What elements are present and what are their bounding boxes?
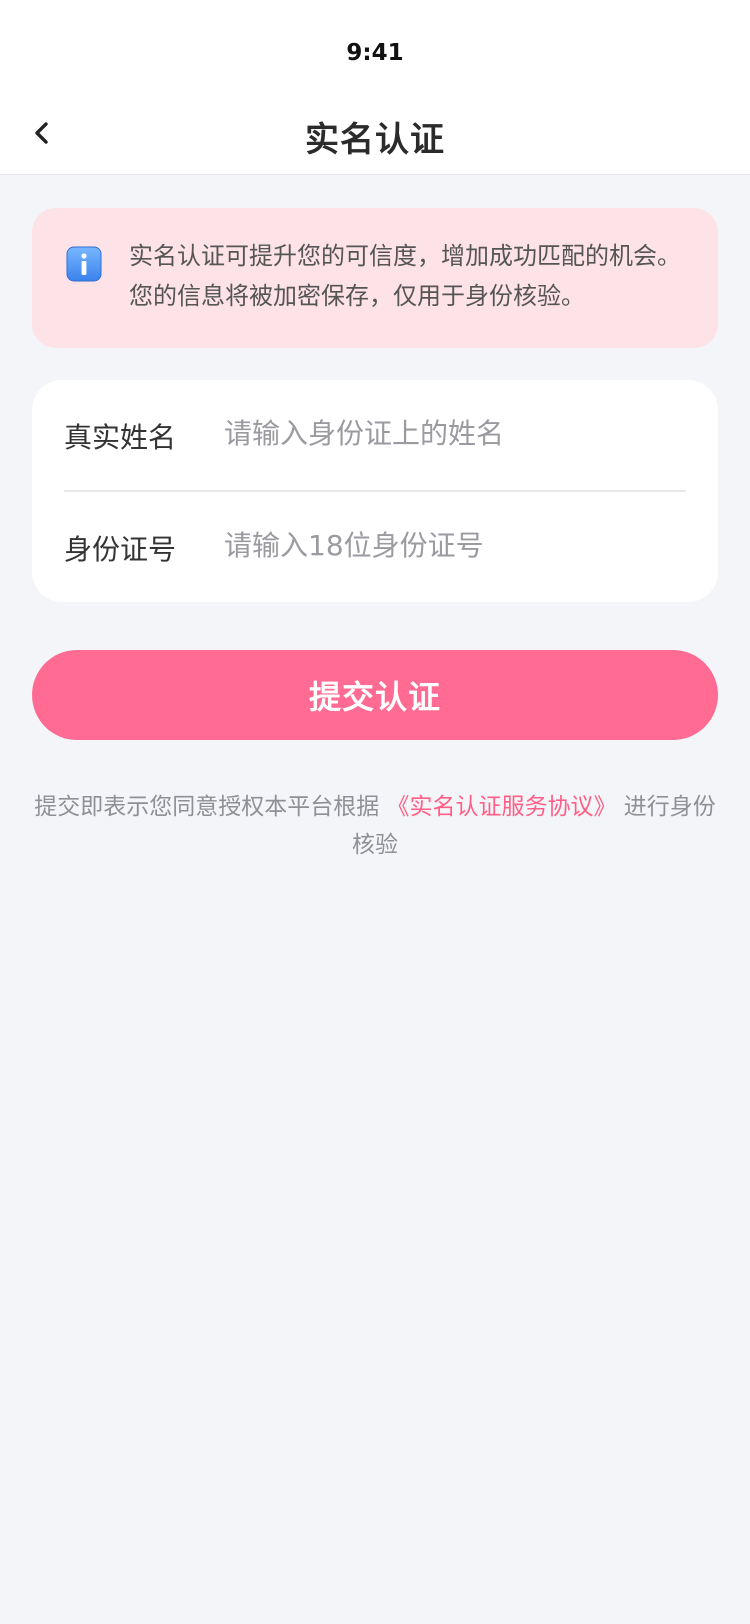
info-icon [66,246,102,282]
id-number-label: 身份证号 [64,533,177,566]
name-input[interactable] [224,410,674,456]
nav-bar: 实名认证 [0,96,750,175]
submit-verification-button[interactable]: 提交认证 [32,650,718,740]
service-agreement-link[interactable]: 《实名认证服务协议》 [387,794,617,820]
name-label: 真实姓名 [64,421,177,454]
agreement-text: 提交即表示您同意授权本平台根据 《实名认证服务协议》 进行身份核验 [32,788,718,864]
notice-card: 实名认证可提升您的可信度，增加成功匹配的机会。您的信息将被加密保存，仅用于身份核… [32,208,718,348]
status-time: 9:41 [346,40,404,66]
id-number-row: 身份证号 [64,492,686,602]
notice-text: 实名认证可提升您的可信度，增加成功匹配的机会。您的信息将被加密保存，仅用于身份核… [129,242,681,310]
page-title: 实名认证 [305,120,445,160]
name-row: 真实姓名 [64,380,686,492]
id-number-input[interactable] [224,522,674,568]
verification-form: 真实姓名 身份证号 [32,380,718,602]
agreement-prefix: 提交即表示您同意授权本平台根据 [34,794,387,820]
status-bar: 9:41 [0,0,750,96]
